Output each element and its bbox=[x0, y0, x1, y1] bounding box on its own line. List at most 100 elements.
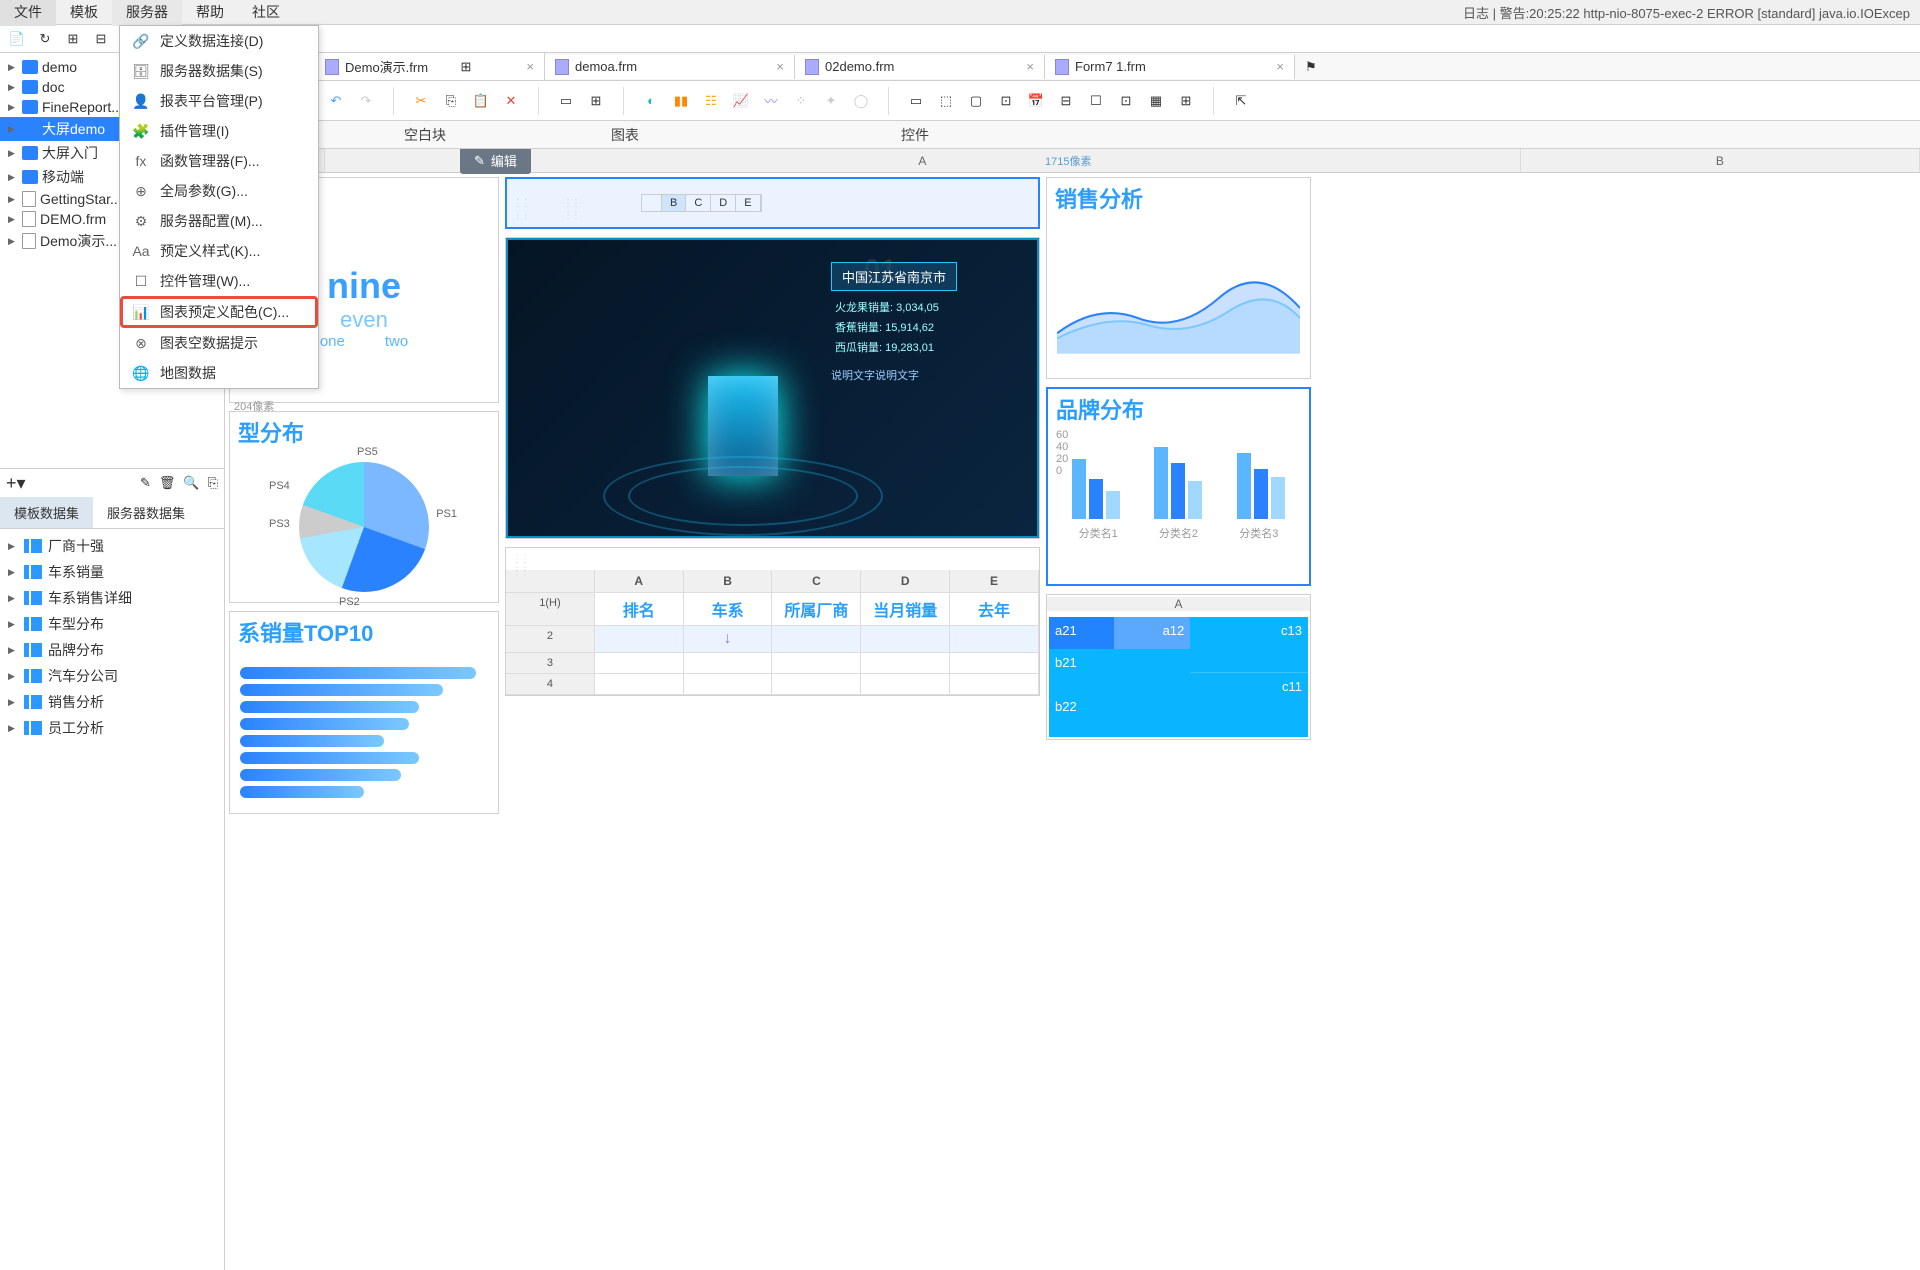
dd-图表预定义配色(C)...[interactable]: 📊图表预定义配色(C)... bbox=[120, 296, 318, 328]
widget-sales[interactable]: 销售分析 bbox=[1046, 177, 1311, 379]
widget-icon[interactable]: ⊡ bbox=[1115, 90, 1137, 112]
export-icon[interactable]: ⇱ bbox=[1230, 90, 1252, 112]
dd-预定义样式(K)...[interactable]: Aa预定义样式(K)... bbox=[120, 236, 318, 266]
dd-图表空数据提示[interactable]: ⊗图表空数据提示 bbox=[120, 328, 318, 358]
widget-grid-selected[interactable]: B C D E bbox=[505, 177, 1040, 229]
close-icon[interactable]: × bbox=[526, 59, 534, 74]
widget-3dviz[interactable]: 01 中国江苏省南京市 火龙果销量: 3,034,05 香蕉销量: 15,914… bbox=[505, 237, 1040, 539]
menubar: 文件 模板 服务器 帮助 社区 日志 | 警告:20:25:22 http-ni… bbox=[0, 0, 1920, 25]
refresh-icon[interactable]: ↻ bbox=[34, 28, 56, 50]
add-icon[interactable]: +▾ bbox=[6, 473, 26, 494]
mini-table[interactable]: B C D E bbox=[641, 194, 762, 212]
widget-icon[interactable]: ▦ bbox=[1145, 90, 1167, 112]
tab-server-ds[interactable]: 服务器数据集 bbox=[93, 497, 199, 528]
undo-icon[interactable]: ↶ bbox=[325, 90, 347, 112]
dd-控件管理(W)...[interactable]: ☐控件管理(W)... bbox=[120, 266, 318, 296]
close-icon[interactable]: × bbox=[1276, 59, 1284, 74]
table-icon[interactable]: ⊞ bbox=[62, 28, 84, 50]
area-chart-icon[interactable]: 〰 bbox=[760, 90, 782, 112]
delete-icon[interactable]: ✕ bbox=[500, 90, 522, 112]
delete-icon[interactable]: 🗑 bbox=[159, 475, 176, 491]
bar-chart-icon[interactable]: ▮▮ bbox=[670, 90, 692, 112]
menu-template[interactable]: 模板 bbox=[56, 0, 112, 26]
button-widget-icon[interactable]: ▢ bbox=[965, 90, 987, 112]
file-tab[interactable]: Form7 1.frm× bbox=[1045, 55, 1295, 79]
dd-icon: ⚙ bbox=[132, 212, 150, 230]
copy-icon[interactable]: ⎘ bbox=[208, 475, 218, 491]
ds-item[interactable]: ▶车系销量 bbox=[0, 559, 224, 585]
dd-icon: 📊 bbox=[132, 303, 150, 321]
close-icon[interactable]: × bbox=[1026, 59, 1034, 74]
redo-icon[interactable]: ↷ bbox=[355, 90, 377, 112]
widget-rank-table[interactable]: A B C D E 1(H) 排名 车系 所 bbox=[505, 547, 1040, 696]
file-tab[interactable]: Demo演示.frm× bbox=[315, 53, 545, 80]
grid-icon[interactable]: ⊟ bbox=[90, 28, 112, 50]
dd-地图数据[interactable]: 🌐地图数据 bbox=[120, 358, 318, 388]
copy-icon[interactable]: ⎘ bbox=[440, 90, 462, 112]
cat-widget: 控件 bbox=[725, 125, 1105, 145]
tab-grid-icon[interactable]: ⊞ bbox=[455, 56, 477, 78]
widget-icon[interactable]: ☐ bbox=[1085, 90, 1107, 112]
ds-item[interactable]: ▶汽车分公司 bbox=[0, 663, 224, 689]
menu-help[interactable]: 帮助 bbox=[182, 0, 238, 26]
cut-icon[interactable]: ✂ bbox=[410, 90, 432, 112]
ds-item[interactable]: ▶车系销售详细 bbox=[0, 585, 224, 611]
tm-ruler: A bbox=[1047, 597, 1310, 611]
folder-icon bbox=[22, 100, 38, 114]
paste-icon[interactable]: 📋 bbox=[470, 90, 492, 112]
form-icon bbox=[805, 59, 819, 75]
dd-服务器配置(M)...[interactable]: ⚙服务器配置(M)... bbox=[120, 206, 318, 236]
radar-chart-icon[interactable]: ✦ bbox=[820, 90, 842, 112]
date-widget-icon[interactable]: 📅 bbox=[1025, 90, 1047, 112]
close-icon[interactable]: × bbox=[776, 59, 784, 74]
stack-chart-icon[interactable]: ☷ bbox=[700, 90, 722, 112]
dd-icon: 👤 bbox=[132, 92, 150, 110]
dd-插件管理(I)[interactable]: 🧩插件管理(I) bbox=[120, 116, 318, 146]
bubble-chart-icon[interactable]: ◯ bbox=[850, 90, 872, 112]
ds-item[interactable]: ▶品牌分布 bbox=[0, 637, 224, 663]
grid-icon[interactable]: ⊞ bbox=[585, 90, 607, 112]
menu-community[interactable]: 社区 bbox=[238, 0, 294, 26]
widget-rank[interactable]: 系销量TOP10 bbox=[229, 611, 499, 814]
file-tab[interactable]: demoa.frm× bbox=[545, 55, 795, 79]
dd-全局参数(G)...[interactable]: ⊕全局参数(G)... bbox=[120, 176, 318, 206]
menu-file[interactable]: 文件 bbox=[0, 0, 56, 26]
file-tab[interactable]: 02demo.frm× bbox=[795, 55, 1045, 79]
ds-item[interactable]: ▶员工分析 bbox=[0, 715, 224, 741]
drag-handle-icon[interactable] bbox=[561, 196, 581, 210]
label-widget-icon[interactable]: ⬚ bbox=[935, 90, 957, 112]
ds-item[interactable]: ▶厂商十强 bbox=[0, 533, 224, 559]
combo-widget-icon[interactable]: ⊟ bbox=[1055, 90, 1077, 112]
pie-chart-icon[interactable]: ◐ bbox=[640, 90, 662, 112]
tab-template-ds[interactable]: 模板数据集 bbox=[0, 497, 93, 528]
dd-函数管理器(F)...[interactable]: fx函数管理器(F)... bbox=[120, 146, 318, 176]
flag-icon[interactable]: ⚑ bbox=[1305, 59, 1317, 75]
data-table[interactable]: A B C D E 1(H) 排名 车系 所 bbox=[506, 570, 1039, 695]
widget-treemap[interactable]: A a21 a12 b21 b22 bbox=[1046, 594, 1311, 740]
dd-报表平台管理(P)[interactable]: 👤报表平台管理(P) bbox=[120, 86, 318, 116]
ds-item[interactable]: ▶销售分析 bbox=[0, 689, 224, 715]
design-canvas[interactable]: A B 1715像素 ✎编辑 P10 nine even onetwo bbox=[225, 149, 1920, 1270]
dd-定义数据连接(D)[interactable]: 🔗定义数据连接(D) bbox=[120, 26, 318, 56]
text-widget-icon[interactable]: ▭ bbox=[905, 90, 927, 112]
widget-pie[interactable]: 204像素 型分布 PS1 PS2 PS3 PS4 PS5 bbox=[229, 411, 499, 603]
ds-item[interactable]: ▶车型分布 bbox=[0, 611, 224, 637]
menu-server[interactable]: 服务器 bbox=[112, 0, 182, 26]
widget-brand[interactable]: 品牌分布 6040200 分类名1分类名2分类名3 bbox=[1046, 387, 1311, 586]
panel-icon[interactable]: ▭ bbox=[555, 90, 577, 112]
drag-handle-icon[interactable] bbox=[510, 552, 530, 566]
preview-icon[interactable]: 🔍 bbox=[183, 475, 199, 491]
drag-handle-icon[interactable] bbox=[511, 196, 531, 210]
number-widget-icon[interactable]: ⊡ bbox=[995, 90, 1017, 112]
doc-icon bbox=[22, 211, 36, 227]
widget-title: 销售分析 bbox=[1047, 178, 1310, 218]
edit-button[interactable]: ✎编辑 bbox=[460, 149, 531, 174]
dataset-icon bbox=[24, 617, 42, 631]
scatter-chart-icon[interactable]: ⁘ bbox=[790, 90, 812, 112]
new-icon[interactable]: 📄 bbox=[6, 28, 28, 50]
folder-icon bbox=[22, 122, 38, 136]
line-chart-icon[interactable]: 📈 bbox=[730, 90, 752, 112]
edit-icon[interactable]: ✎ bbox=[140, 475, 151, 491]
dd-服务器数据集(S)[interactable]: 🗄服务器数据集(S) bbox=[120, 56, 318, 86]
widget-icon[interactable]: ⊞ bbox=[1175, 90, 1197, 112]
